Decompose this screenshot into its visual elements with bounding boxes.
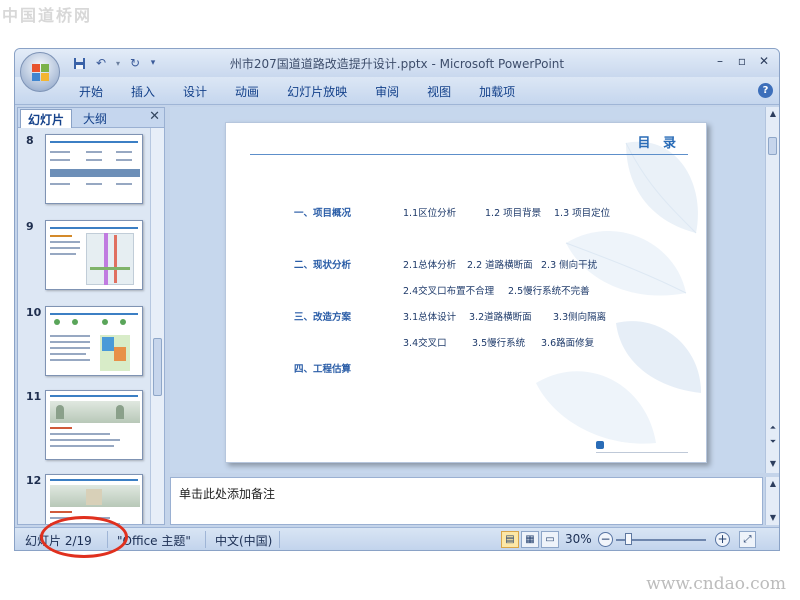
toc-item: 1.2 项目背景 xyxy=(485,208,542,219)
thumbnail-item[interactable]: 9 xyxy=(18,220,152,292)
toc-item: 3.2道路横断面 xyxy=(469,312,532,323)
office-button[interactable] xyxy=(20,52,60,92)
tab-outline[interactable]: 大纲 xyxy=(76,109,114,128)
window-controls: – ▫ ✕ xyxy=(709,51,775,71)
thumbnail-number: 12 xyxy=(26,474,42,487)
toc-item: 3.5慢行系统 xyxy=(472,338,526,349)
customize-toolbar-icon[interactable]: ▾ xyxy=(147,54,159,72)
theme-name[interactable]: "Office 主题" xyxy=(117,532,191,549)
slide-title: 目 录 xyxy=(637,136,680,151)
toc-item: 1.3 项目定位 xyxy=(554,208,611,219)
normal-view-icon[interactable]: ▤ xyxy=(501,531,519,548)
thumbnail-list: 8 9 10 11 12 xyxy=(18,128,152,524)
notes-placeholder: 单击此处添加备注 xyxy=(179,487,276,501)
close-pane-icon[interactable]: ✕ xyxy=(149,109,160,124)
thumbnail-number: 9 xyxy=(26,220,34,233)
toc-item: 3.4交叉口 xyxy=(403,338,447,349)
current-slide[interactable]: 目 录 一、项目概况 1.1区位分析 1.2 项目背景 1.3 项目定位 二、现… xyxy=(225,122,707,463)
section-heading: 一、项目概况 xyxy=(294,208,352,219)
language-indicator[interactable]: 中文(中国) xyxy=(215,532,272,549)
watermark-top: 中国道桥网 xyxy=(2,6,93,25)
tab-review[interactable]: 审阅 xyxy=(375,83,399,100)
toc-item: 2.2 道路横断面 xyxy=(467,260,533,271)
slide-scroll-thumb[interactable] xyxy=(768,137,777,155)
toc-item: 3.6路面修复 xyxy=(541,338,595,349)
help-icon[interactable]: ? xyxy=(758,83,773,98)
previous-slide-icon[interactable]: ⏶ xyxy=(766,421,779,435)
tab-home[interactable]: 开始 xyxy=(79,83,103,100)
slide-scrollbar[interactable]: ▲ ⏶ ⏷ ▼ xyxy=(765,107,779,473)
zoom-level[interactable]: 30% xyxy=(565,532,592,546)
title-bar: 州市207国道道路改造提升设计.pptx - Microsoft PowerPo… xyxy=(15,49,779,77)
ribbon-tab-bar: 开始 插入 设计 动画 幻灯片放映 审阅 视图 加载项 ? xyxy=(15,77,779,105)
zoom-in-icon[interactable]: + xyxy=(715,532,730,547)
toc-item: 1.1区位分析 xyxy=(403,208,457,219)
ribbon-tabs: 开始 插入 设计 动画 幻灯片放映 审阅 视图 加载项 xyxy=(79,83,543,100)
toc-item: 3.3侧向隔离 xyxy=(553,312,607,323)
slide-thumbnail[interactable] xyxy=(45,220,143,290)
thumbnail-number: 8 xyxy=(26,134,34,147)
slide-editor: 目 录 一、项目概况 1.1区位分析 1.2 项目背景 1.3 项目定位 二、现… xyxy=(170,107,765,473)
notes-scrollbar[interactable]: ▲ ▼ xyxy=(765,477,779,525)
notes-pane[interactable]: 单击此处添加备注 xyxy=(170,477,763,525)
tab-add-ins[interactable]: 加载项 xyxy=(479,83,515,100)
toc-item: 2.1总体分析 xyxy=(403,260,457,271)
thumbnail-scroll-thumb[interactable] xyxy=(153,338,162,396)
status-divider xyxy=(205,531,206,548)
scroll-down-icon[interactable]: ▼ xyxy=(766,457,779,471)
quick-access-toolbar: ↶ ▾ ↻ ▾ xyxy=(69,54,159,72)
section-heading: 二、现状分析 xyxy=(294,260,352,271)
toc-item: 2.5慢行系统不完善 xyxy=(508,286,590,297)
next-slide-icon[interactable]: ⏷ xyxy=(766,435,779,449)
slide-thumbnail[interactable] xyxy=(45,390,143,460)
office-logo-icon xyxy=(32,64,49,81)
tab-design[interactable]: 设计 xyxy=(183,83,207,100)
thumbnail-item[interactable]: 11 xyxy=(18,390,152,462)
thumbnail-item[interactable]: 8 xyxy=(18,134,152,206)
slide-thumbnail[interactable] xyxy=(45,134,143,204)
status-bar: 幻灯片 2/19 "Office 主题" 中文(中国) ▤ ▦ ▭ 30% − … xyxy=(15,527,779,550)
slide-show-view-icon[interactable]: ▭ xyxy=(541,531,559,548)
tab-view[interactable]: 视图 xyxy=(427,83,451,100)
thumbnail-scrollbar[interactable] xyxy=(150,128,164,524)
save-icon[interactable] xyxy=(69,54,89,72)
zoom-slider-thumb[interactable] xyxy=(625,533,632,545)
watermark-bottom: www.cndao.com xyxy=(646,574,786,594)
toc-item: 3.1总体设计 xyxy=(403,312,457,323)
tab-insert[interactable]: 插入 xyxy=(131,83,155,100)
notes-scroll-down-icon[interactable]: ▼ xyxy=(766,511,779,525)
zoom-out-icon[interactable]: − xyxy=(598,532,613,547)
tab-slides[interactable]: 幻灯片 xyxy=(20,109,73,128)
thumbnail-number: 11 xyxy=(26,390,42,403)
section-heading: 三、改造方案 xyxy=(294,312,352,323)
powerpoint-window: 州市207国道道路改造提升设计.pptx - Microsoft PowerPo… xyxy=(14,48,780,551)
slides-pane: 幻灯片 大纲 ✕ 8 9 10 11 12 xyxy=(17,107,165,525)
notes-scroll-up-icon[interactable]: ▲ xyxy=(766,477,779,491)
annotation-circle xyxy=(40,516,128,558)
thumbnail-number: 10 xyxy=(26,306,42,319)
tab-animations[interactable]: 动画 xyxy=(235,83,259,100)
thumbnail-item[interactable]: 10 xyxy=(18,306,152,378)
tab-slide-show[interactable]: 幻灯片放映 xyxy=(287,83,347,100)
undo-icon[interactable]: ↶ xyxy=(91,54,111,72)
toc-item: 2.4交叉口布置不合理 xyxy=(403,286,495,297)
maximize-icon[interactable]: ▫ xyxy=(731,51,753,71)
screenshot-page: 中国道桥网 州市207国道道路改造提升设计.pptx - Microsoft P… xyxy=(0,0,800,600)
undo-dropdown-icon[interactable]: ▾ xyxy=(113,54,123,72)
close-icon[interactable]: ✕ xyxy=(753,51,775,71)
company-logo-icon xyxy=(596,441,604,449)
slide-sorter-view-icon[interactable]: ▦ xyxy=(521,531,539,548)
slides-pane-tabs: 幻灯片 大纲 ✕ xyxy=(18,108,164,128)
title-divider xyxy=(250,154,688,155)
scroll-up-icon[interactable]: ▲ xyxy=(766,107,779,121)
redo-icon[interactable]: ↻ xyxy=(125,54,145,72)
fit-to-window-icon[interactable]: ⤢ xyxy=(739,531,756,548)
slide-thumbnail[interactable] xyxy=(45,306,143,376)
minimize-icon[interactable]: – xyxy=(709,51,731,71)
status-divider xyxy=(279,531,280,548)
section-heading: 四、工程估算 xyxy=(294,364,352,375)
footer-divider xyxy=(596,452,688,453)
toc-item: 2.3 侧向干扰 xyxy=(541,260,598,271)
